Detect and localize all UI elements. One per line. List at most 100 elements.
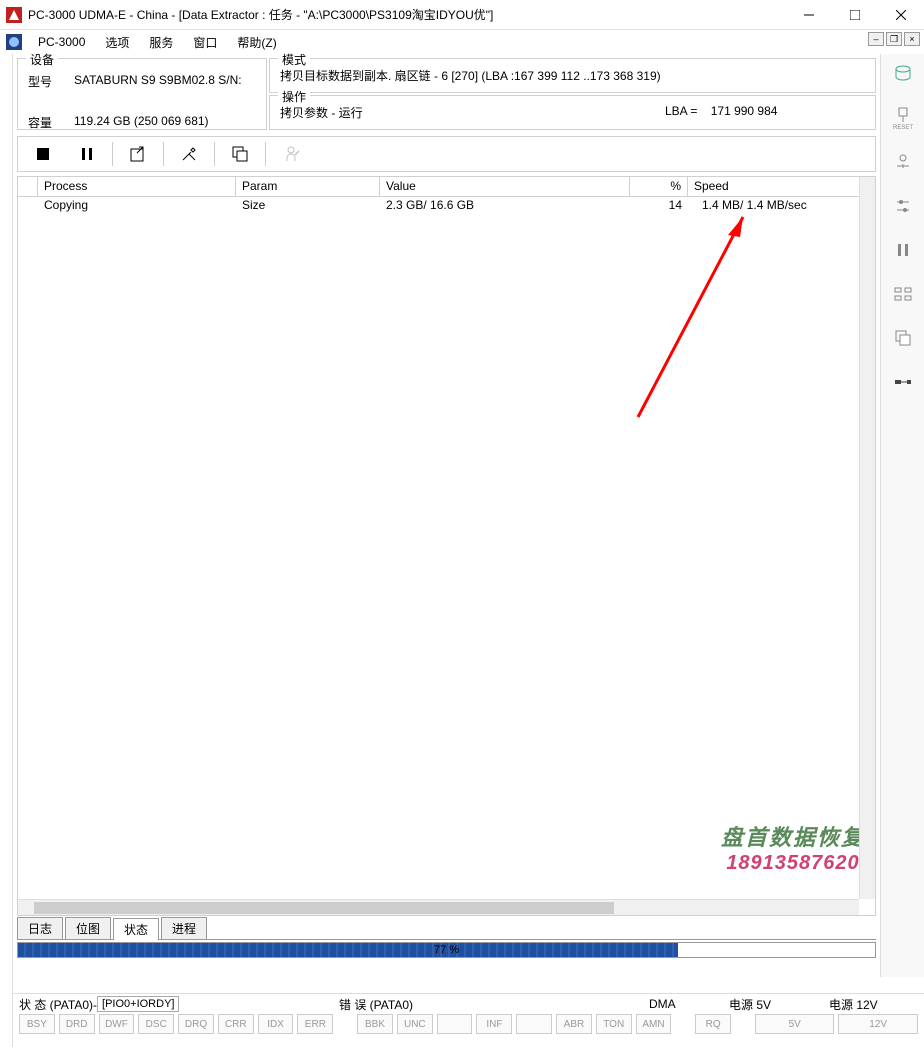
cell-dwf: DWF: [99, 1014, 135, 1034]
state-label: 状 态 (PATA0)-: [19, 996, 97, 1013]
person-button[interactable]: [270, 139, 312, 169]
mode-text: 拷贝目标数据到副本. 扇区链 - 6 [270] (LBA :167 399 1…: [280, 67, 865, 84]
cell-bsy: BSY: [19, 1014, 55, 1034]
tab-status[interactable]: 状态: [113, 918, 159, 940]
power12-label: 电源 12V: [829, 996, 878, 1013]
mdi-close[interactable]: ×: [904, 32, 920, 46]
watermark: 盘首数据恢复 18913587620: [721, 820, 865, 875]
power5-label: 电源 5V: [729, 996, 771, 1013]
cell-drq: DRQ: [178, 1014, 214, 1034]
cell-unc: UNC: [397, 1014, 433, 1034]
cell-e4: [516, 1014, 552, 1034]
data-grid: Process Param Value % Speed Copying Size…: [17, 176, 876, 916]
tools-button[interactable]: [168, 139, 210, 169]
minimize-button[interactable]: [786, 0, 832, 30]
cell-rq: RQ: [695, 1014, 731, 1034]
reset-icon[interactable]: RESET: [891, 106, 915, 130]
col-value[interactable]: Value: [380, 177, 630, 196]
model-label: 型号: [28, 73, 74, 90]
content-area: 设备 型号 SATABURN S9 S9BM02.8 S/N: 容量 119.2…: [13, 54, 880, 1047]
mdi-minimize[interactable]: –: [868, 32, 884, 46]
cell-12v: 12V: [838, 1014, 918, 1034]
close-button[interactable]: [878, 0, 924, 30]
cell-bbk: BBK: [357, 1014, 393, 1034]
col-percent[interactable]: %: [630, 177, 688, 196]
tab-log[interactable]: 日志: [17, 917, 63, 939]
cell-value: 2.3 GB/ 16.6 GB: [380, 197, 630, 215]
col-param[interactable]: Param: [236, 177, 380, 196]
progress-fill: [18, 943, 678, 957]
progress-bar: 77 %: [17, 942, 876, 958]
watermark-line1: 盘首数据恢复: [721, 820, 865, 852]
menu-icon: [6, 34, 22, 50]
tab-bar: 日志 位图 状态 进程: [17, 920, 876, 940]
pause-button[interactable]: [66, 139, 108, 169]
tab-bitmap[interactable]: 位图: [65, 917, 111, 939]
stop-button[interactable]: [22, 139, 64, 169]
progress-label: 77 %: [434, 943, 459, 957]
copy-button[interactable]: [219, 139, 261, 169]
window-title: PC-3000 UDMA-E - China - [Data Extractor…: [28, 6, 786, 23]
pause-side-icon[interactable]: [891, 238, 915, 262]
lba-label: LBA =: [665, 104, 697, 118]
scrollbar-vertical[interactable]: [859, 177, 875, 899]
menu-app[interactable]: PC-3000: [28, 33, 95, 51]
capacity-label: 容量: [28, 114, 74, 131]
error-label: 错 误 (PATA0): [339, 996, 413, 1013]
menu-services[interactable]: 服务: [139, 32, 183, 53]
slider2-icon[interactable]: [891, 194, 915, 218]
cell-ton: TON: [596, 1014, 632, 1034]
mdi-restore[interactable]: ❐: [886, 32, 902, 46]
window-controls: [786, 0, 924, 30]
cell-drd: DRD: [59, 1014, 95, 1034]
watermark-line2: 18913587620: [721, 852, 865, 875]
cell-err: ERR: [297, 1014, 333, 1034]
model-value: SATABURN S9 S9BM02.8 S/N:: [74, 73, 242, 90]
cell-param: Size: [236, 197, 380, 215]
cell-speed: 1.4 MB/ 1.4 MB/sec: [688, 197, 875, 215]
props-icon[interactable]: [891, 282, 915, 306]
db-icon[interactable]: [891, 62, 915, 86]
operation-fieldset: 操作 拷贝参数 - 运行 LBA = 171 990 984: [269, 95, 876, 130]
menubar: PC-3000 选项 服务 窗口 帮助(Z) – ❐ ×: [0, 30, 924, 54]
capacity-value: 119.24 GB (250 069 681): [74, 114, 209, 131]
export-button[interactable]: [117, 139, 159, 169]
device-legend: 设备: [26, 51, 58, 68]
cell-5v: 5V: [755, 1014, 835, 1034]
menu-options[interactable]: 选项: [95, 32, 139, 53]
status-cells: BSY DRD DWF DSC DRQ CRR IDX ERR BBK UNC …: [13, 1014, 924, 1034]
dma-label: DMA: [649, 997, 676, 1011]
grid-row[interactable]: Copying Size 2.3 GB/ 16.6 GB 14 1.4 MB/ …: [18, 197, 875, 215]
cell-amn: AMN: [636, 1014, 672, 1034]
toolbar: [17, 136, 876, 172]
device-fieldset: 设备 型号 SATABURN S9 S9BM02.8 S/N: 容量 119.2…: [17, 58, 267, 130]
status-area: 状 态 (PATA0)- [PIO0+IORDY] 错 误 (PATA0) DM…: [13, 993, 924, 1047]
info-panel: 设备 型号 SATABURN S9 S9BM02.8 S/N: 容量 119.2…: [13, 54, 880, 134]
operation-legend: 操作: [278, 88, 310, 105]
copy-side-icon[interactable]: [891, 326, 915, 350]
annotation-arrow: [628, 207, 758, 427]
operation-text: 拷贝参数 - 运行: [280, 104, 665, 121]
cell-idx: IDX: [258, 1014, 294, 1034]
cell-inf: INF: [476, 1014, 512, 1034]
col-speed[interactable]: Speed: [688, 177, 875, 196]
slider-icon[interactable]: [891, 150, 915, 174]
mode-fieldset: 模式 拷贝目标数据到副本. 扇区链 - 6 [270] (LBA :167 39…: [269, 58, 876, 93]
menu-help[interactable]: 帮助(Z): [227, 32, 286, 53]
maximize-button[interactable]: [832, 0, 878, 30]
tab-process[interactable]: 进程: [161, 917, 207, 939]
cell-abr: ABR: [556, 1014, 592, 1034]
cell-percent: 14: [630, 197, 688, 215]
col-process[interactable]: Process: [38, 177, 236, 196]
scrollbar-horizontal[interactable]: [18, 899, 859, 915]
cell-process: Copying: [38, 197, 236, 215]
col-blank[interactable]: [18, 177, 38, 196]
cell-dsc: DSC: [138, 1014, 174, 1034]
cell-crr: CRR: [218, 1014, 254, 1034]
right-toolbar: RESET: [880, 54, 924, 977]
menu-window[interactable]: 窗口: [183, 32, 227, 53]
cell-e2: [437, 1014, 473, 1034]
other-icon[interactable]: [891, 370, 915, 394]
titlebar: PC-3000 UDMA-E - China - [Data Extractor…: [0, 0, 924, 30]
svg-text:RESET: RESET: [893, 125, 913, 130]
